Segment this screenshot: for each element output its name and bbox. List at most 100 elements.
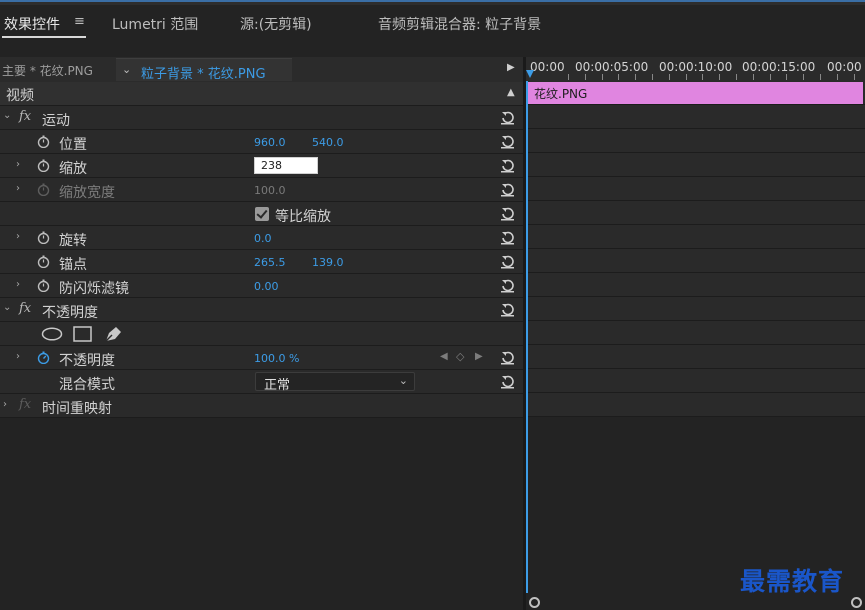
opacity-effect-label: 不透明度 bbox=[42, 305, 98, 321]
panel-menu-icon[interactable]: ≡ bbox=[74, 14, 85, 29]
empty-panel-area bbox=[0, 477, 523, 610]
anchor-y-value[interactable]: 139.0 bbox=[312, 256, 344, 269]
chevron-right-icon[interactable]: › bbox=[16, 159, 20, 170]
effect-time-remap-row[interactable]: › fx 时间重映射 bbox=[0, 394, 523, 418]
sequence-clip-selector[interactable]: ⌄ 粒子背景 * 花纹.PNG bbox=[116, 58, 292, 82]
ruler-tick bbox=[752, 74, 754, 80]
scale-width-label: 缩放宽度 bbox=[59, 185, 115, 201]
ruler-tick bbox=[719, 74, 721, 80]
tab-lumetri-scopes[interactable]: Lumetri 范围 bbox=[112, 14, 198, 34]
stopwatch-icon[interactable] bbox=[37, 135, 50, 148]
ruler-tick bbox=[803, 74, 805, 80]
chevron-right-icon[interactable]: › bbox=[16, 183, 20, 194]
timeline-clip[interactable]: 花纹.PNG bbox=[528, 82, 863, 104]
opacity-value[interactable]: 100.0 % bbox=[254, 352, 299, 365]
reset-icon[interactable] bbox=[500, 110, 515, 125]
stopwatch-icon[interactable] bbox=[37, 279, 50, 292]
active-tab-underline bbox=[2, 36, 86, 38]
blend-mode-select[interactable]: 正常 ⌄ bbox=[255, 372, 415, 393]
param-rotation-row: › 旋转 0.0 bbox=[0, 226, 523, 250]
track-row bbox=[526, 201, 865, 225]
stopwatch-icon[interactable] bbox=[37, 255, 50, 268]
uniform-scale-checkbox[interactable] bbox=[255, 207, 269, 221]
rectangle-mask-icon[interactable] bbox=[73, 326, 92, 342]
ellipse-mask-icon[interactable] bbox=[41, 327, 63, 341]
rotation-value[interactable]: 0.0 bbox=[254, 232, 272, 245]
scroll-end-handle[interactable] bbox=[851, 597, 862, 608]
pen-mask-icon[interactable] bbox=[103, 325, 123, 343]
next-keyframe-icon[interactable]: ▶ bbox=[475, 351, 483, 362]
track-row bbox=[526, 321, 865, 345]
rotation-label: 旋转 bbox=[59, 233, 87, 249]
chevron-down-icon[interactable]: ⌄ bbox=[3, 302, 11, 313]
track-row bbox=[526, 225, 865, 249]
stopwatch-icon[interactable] bbox=[37, 159, 50, 172]
timecode-label: 00:00:15:00 bbox=[742, 60, 816, 74]
param-blend-mode-row: 混合模式 正常 ⌄ bbox=[0, 370, 523, 394]
param-anti-flicker-row: › 防闪烁滤镜 0.00 bbox=[0, 274, 523, 298]
track-row bbox=[526, 369, 865, 393]
chevron-right-icon[interactable]: › bbox=[16, 351, 20, 362]
blend-mode-label: 混合模式 bbox=[59, 377, 115, 393]
ruler-tick bbox=[635, 74, 637, 80]
prev-keyframe-icon[interactable]: ◀ bbox=[440, 351, 448, 362]
add-keyframe-icon[interactable]: ◇ bbox=[456, 350, 464, 363]
tab-effect-controls[interactable]: 效果控件 bbox=[4, 14, 60, 34]
anti-flicker-value[interactable]: 0.00 bbox=[254, 280, 279, 293]
fx-icon[interactable]: fx bbox=[19, 109, 31, 124]
stopwatch-icon[interactable] bbox=[37, 231, 50, 244]
track-row bbox=[526, 273, 865, 297]
chevron-down-icon[interactable]: ⌄ bbox=[3, 110, 11, 121]
ruler-tick bbox=[736, 74, 737, 80]
fx-icon[interactable]: fx bbox=[19, 301, 31, 316]
stopwatch-active-icon[interactable] bbox=[37, 351, 50, 364]
play-triangle-icon[interactable]: ▶ bbox=[507, 62, 515, 73]
mask-tools-row bbox=[0, 322, 523, 346]
master-clip-label[interactable]: 主要 * 花纹.PNG bbox=[2, 62, 93, 79]
reset-icon[interactable] bbox=[500, 350, 515, 365]
position-label: 位置 bbox=[59, 137, 87, 153]
chevron-right-icon[interactable]: › bbox=[16, 231, 20, 242]
reset-icon[interactable] bbox=[500, 302, 515, 317]
uniform-scale-label[interactable]: 等比缩放 bbox=[275, 206, 331, 226]
playhead-handle[interactable] bbox=[526, 70, 534, 78]
ruler-tick bbox=[820, 74, 821, 80]
effect-timeline-panel: 00:00 00:00:05:00 00:00:10:00 00:00:15:0… bbox=[526, 57, 865, 610]
effect-opacity-row[interactable]: ⌄ fx 不透明度 bbox=[0, 298, 523, 322]
track-row bbox=[526, 393, 865, 417]
position-y-value[interactable]: 540.0 bbox=[312, 136, 344, 149]
reset-icon[interactable] bbox=[500, 230, 515, 245]
anchor-x-value[interactable]: 265.5 bbox=[254, 256, 286, 269]
track-row bbox=[526, 129, 865, 153]
chevron-right-icon[interactable]: › bbox=[16, 279, 20, 290]
ruler-tick bbox=[652, 74, 653, 80]
chevron-right-icon[interactable]: › bbox=[3, 399, 7, 410]
track-row bbox=[526, 297, 865, 321]
reset-icon[interactable] bbox=[500, 206, 515, 221]
clip-track: 花纹.PNG bbox=[526, 81, 865, 105]
scroll-start-handle[interactable] bbox=[529, 597, 540, 608]
playhead-line[interactable] bbox=[526, 81, 528, 593]
scale-input-value: 238 bbox=[261, 159, 282, 172]
effect-motion-row[interactable]: ⌄ fx 运动 bbox=[0, 106, 523, 130]
collapse-up-icon[interactable]: ▲ bbox=[507, 87, 515, 98]
tab-source[interactable]: 源:(无剪辑) bbox=[240, 14, 312, 34]
reset-icon[interactable] bbox=[500, 254, 515, 269]
tab-audio-clip-mixer[interactable]: 音频剪辑混合器: 粒子背景 bbox=[378, 14, 541, 34]
time-remap-label: 时间重映射 bbox=[42, 401, 112, 417]
ruler-tick bbox=[853, 74, 855, 80]
time-ruler[interactable]: 00:00 00:00:05:00 00:00:10:00 00:00:15:0… bbox=[526, 57, 865, 81]
video-section-header[interactable]: 视频 ▲ bbox=[0, 82, 523, 106]
ruler-tick bbox=[584, 74, 586, 80]
reset-icon[interactable] bbox=[500, 158, 515, 173]
param-uniform-scale-row: 等比缩放 bbox=[0, 202, 523, 226]
timecode-label: 00:00:05:00 bbox=[575, 60, 649, 74]
track-row bbox=[526, 345, 865, 369]
reset-icon[interactable] bbox=[500, 374, 515, 389]
reset-icon[interactable] bbox=[500, 134, 515, 149]
reset-icon[interactable] bbox=[500, 278, 515, 293]
reset-icon[interactable] bbox=[500, 182, 515, 197]
position-x-value[interactable]: 960.0 bbox=[254, 136, 286, 149]
fx-icon: fx bbox=[19, 397, 32, 412]
scale-input[interactable]: 238 bbox=[254, 157, 318, 174]
